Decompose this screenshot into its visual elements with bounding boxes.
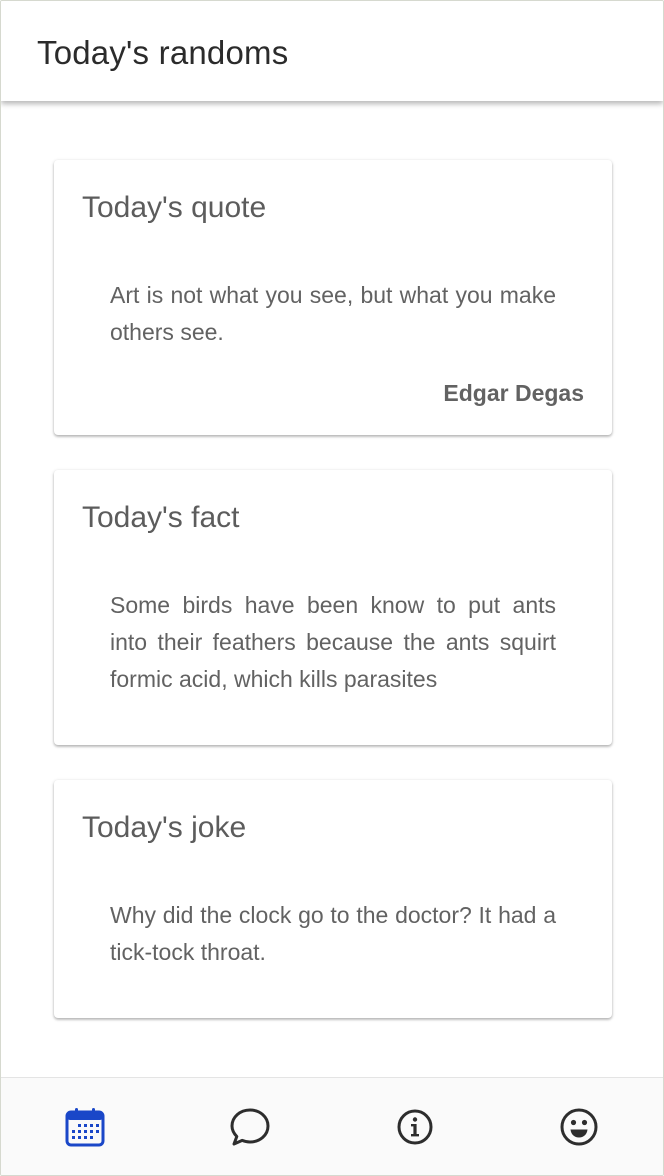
nav-joke-button[interactable] [558, 1106, 602, 1150]
quote-text: Art is not what you see, but what you ma… [110, 282, 556, 345]
joke-card-title: Today's joke [82, 811, 247, 844]
fact-card: Today's fact Some birds have been know t… [54, 470, 612, 745]
quote-author: Edgar Degas [443, 380, 584, 406]
app-header: Today's randoms [1, 1, 663, 101]
joke-text: Why did the clock go to the doctor? It h… [110, 902, 556, 965]
calendar-icon [65, 1108, 105, 1147]
quote-card: Today's quote Art is not what you see, b… [54, 160, 612, 435]
joke-card: Today's joke Why did the clock go to the… [54, 780, 612, 1018]
fact-card-title: Today's fact [82, 501, 240, 534]
quote-card-title: Today's quote [82, 191, 267, 224]
info-icon [397, 1109, 433, 1145]
page-title: Today's randoms [37, 34, 289, 71]
nav-chat-button[interactable] [229, 1106, 273, 1150]
chat-bubble-icon [230, 1108, 270, 1146]
nav-info-button[interactable] [394, 1106, 438, 1150]
nav-calendar-button[interactable] [64, 1106, 108, 1150]
bottom-navigation [1, 1077, 663, 1175]
smiley-icon [560, 1108, 598, 1146]
app-screen: Today's randoms Today's quote Art is not… [0, 0, 664, 1176]
fact-text: Some birds have been know to put ants in… [110, 592, 556, 692]
